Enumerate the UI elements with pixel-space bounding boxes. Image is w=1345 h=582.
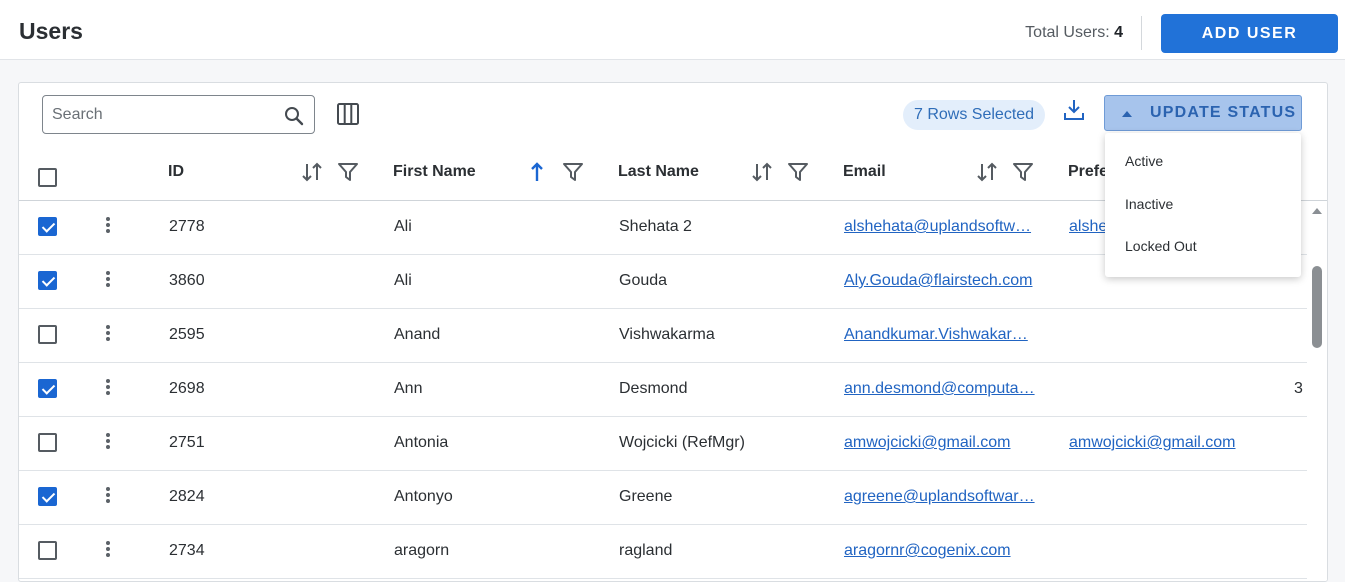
cell-first-name: Anand	[394, 326, 441, 343]
column-header-preferred[interactable]: Prefe	[1068, 163, 1108, 181]
row-checkbox[interactable]	[38, 379, 57, 398]
row-checkbox[interactable]	[38, 487, 57, 506]
table-row[interactable]: 2751 Antonia Wojcicki (RefMgr) amwojcicki@g…	[19, 417, 1307, 471]
sort-icon[interactable]	[751, 161, 773, 183]
total-users-label: Total Users:	[1025, 24, 1110, 41]
table-row[interactable]: 2595 Anand Vishwakarma Anandkumar.Vishwakar…	[19, 309, 1307, 363]
cell-last-name: Gouda	[619, 272, 668, 289]
cell-first-name: aragorn	[394, 542, 450, 559]
scroll-up-icon[interactable]	[1312, 208, 1322, 214]
cell-extra: 3	[1294, 380, 1303, 397]
menu-item-inactive[interactable]: Inactive	[1125, 196, 1173, 212]
add-user-button[interactable]: ADD USER	[1161, 14, 1338, 53]
menu-item-active[interactable]: Active	[1125, 153, 1163, 169]
cell-preferred[interactable]: amwojcicki@gmail.com	[1069, 434, 1269, 452]
columns-icon[interactable]	[337, 103, 359, 125]
cell-first-name: Antonyo	[394, 488, 453, 505]
cell-id: 3860	[169, 272, 205, 289]
cell-first-name: Ali	[394, 272, 412, 289]
sort-icon[interactable]	[301, 161, 323, 183]
cell-first-name: Ann	[394, 380, 423, 397]
cell-email[interactable]: alshehata@uplandsoftw…	[844, 218, 1039, 236]
cell-last-name: Shehata 2	[619, 218, 692, 235]
column-header-last-name[interactable]: Last Name	[618, 163, 699, 181]
rows-selected-badge: 7 Rows Selected	[903, 100, 1046, 130]
top-bar: Users Total Users: 4 ADD USER	[0, 0, 1345, 60]
total-users: Total Users: 4	[1025, 24, 1123, 42]
scrollbar-track[interactable]	[1307, 201, 1327, 581]
cell-last-name: ragland	[619, 542, 673, 559]
download-icon[interactable]	[1062, 98, 1086, 122]
sort-icon[interactable]	[976, 161, 998, 183]
total-users-count: 4	[1114, 24, 1123, 41]
cell-email[interactable]: ann.desmond@computa…	[844, 380, 1039, 398]
cell-email[interactable]: Anandkumar.Vishwakar…	[844, 326, 1039, 344]
update-status-menu: Active Inactive Locked Out	[1105, 133, 1301, 277]
more-vertical-icon[interactable]	[105, 541, 111, 559]
cell-id: 2595	[169, 326, 205, 343]
cell-first-name: Ali	[394, 218, 412, 235]
header-divider	[1141, 16, 1142, 50]
table-row[interactable]: 2734 aragorn ragland aragornr@cogenix.com	[19, 525, 1307, 579]
cell-id: 2698	[169, 380, 205, 397]
column-header-first-name[interactable]: First Name	[393, 163, 476, 181]
filter-icon[interactable]	[787, 161, 809, 183]
scrollbar-thumb[interactable]	[1312, 266, 1322, 348]
cell-id: 2778	[169, 218, 205, 235]
search-input[interactable]	[52, 104, 272, 126]
cell-email[interactable]: Aly.Gouda@flairstech.com	[844, 272, 1039, 290]
row-checkbox[interactable]	[38, 541, 57, 560]
cell-last-name: Desmond	[619, 380, 688, 397]
select-all-checkbox[interactable]	[38, 168, 57, 187]
cell-email[interactable]: amwojcicki@gmail.com	[844, 434, 1039, 452]
page-title: Users	[19, 18, 83, 44]
search-box[interactable]	[42, 95, 315, 134]
more-vertical-icon[interactable]	[105, 217, 111, 235]
cell-last-name: Wojcicki (RefMgr)	[619, 434, 745, 451]
row-checkbox[interactable]	[38, 433, 57, 452]
table-row[interactable]: 2824 Antonyo Greene agreene@uplandsoftwar…	[19, 471, 1307, 525]
cell-id: 2824	[169, 488, 205, 505]
row-checkbox[interactable]	[38, 217, 57, 236]
update-status-label: UPDATE STATUS	[1150, 104, 1297, 121]
filter-icon[interactable]	[1012, 161, 1034, 183]
more-vertical-icon[interactable]	[105, 433, 111, 451]
more-vertical-icon[interactable]	[105, 325, 111, 343]
row-checkbox[interactable]	[38, 271, 57, 290]
sort-ascending-icon[interactable]	[526, 161, 548, 183]
cell-id: 2751	[169, 434, 205, 451]
more-vertical-icon[interactable]	[105, 379, 111, 397]
caret-up-icon	[1122, 111, 1132, 117]
cell-last-name: Greene	[619, 488, 673, 505]
column-header-id[interactable]: ID	[168, 163, 184, 181]
filter-icon[interactable]	[562, 161, 584, 183]
row-checkbox[interactable]	[38, 325, 57, 344]
more-vertical-icon[interactable]	[105, 487, 111, 505]
menu-item-locked-out[interactable]: Locked Out	[1125, 238, 1197, 254]
update-status-button[interactable]: UPDATE STATUS	[1104, 95, 1302, 131]
cell-email[interactable]: aragornr@cogenix.com	[844, 542, 1039, 560]
more-vertical-icon[interactable]	[105, 271, 111, 289]
table-row[interactable]: 2698 Ann Desmond ann.desmond@computa… 3	[19, 363, 1307, 417]
cell-last-name: Vishwakarma	[619, 326, 715, 343]
column-header-email[interactable]: Email	[843, 163, 886, 181]
filter-icon[interactable]	[337, 161, 359, 183]
search-icon[interactable]	[284, 106, 304, 126]
cell-id: 2734	[169, 542, 205, 559]
cell-email[interactable]: agreene@uplandsoftwar…	[844, 488, 1039, 506]
cell-first-name: Antonia	[394, 434, 449, 451]
